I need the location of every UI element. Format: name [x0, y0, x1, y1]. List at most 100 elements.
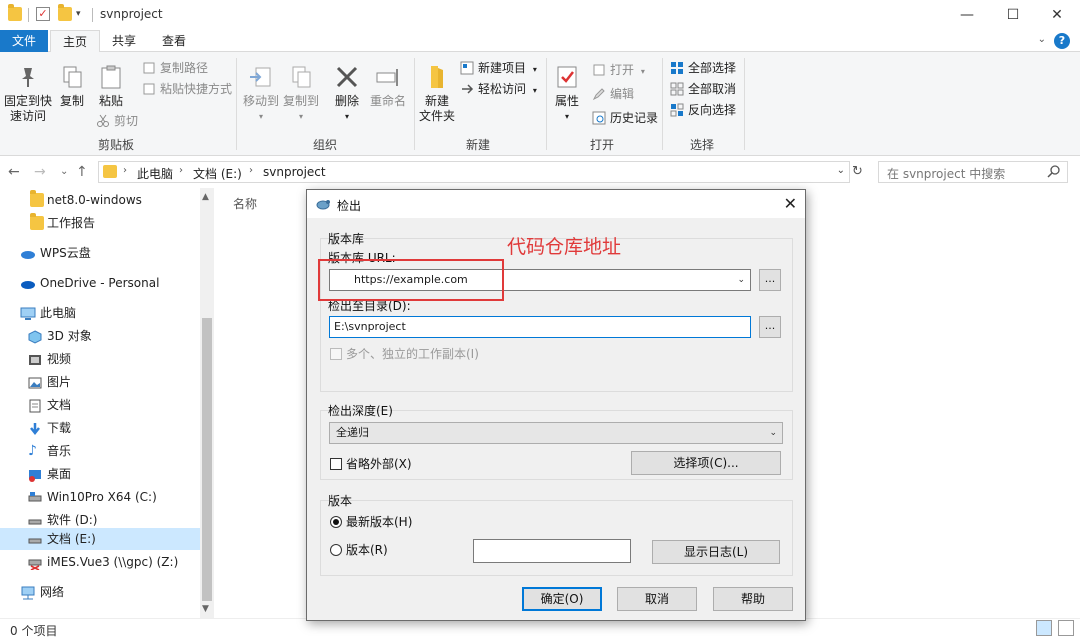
ok-button[interactable]: 确定(O)	[522, 587, 602, 611]
breadcrumb-svnproject[interactable]: svnproject	[263, 165, 326, 179]
select-none-button[interactable]: 全部取消	[670, 80, 736, 98]
desktop-icon	[28, 467, 42, 482]
rename-button[interactable]: 重命名	[368, 64, 408, 109]
details-view-icon[interactable]	[1036, 620, 1052, 636]
breadcrumb-drive-e[interactable]: 文档 (E:)	[193, 165, 242, 182]
edit-button[interactable]: 编辑	[592, 85, 634, 103]
chevron-down-icon: ▾	[640, 67, 645, 76]
nav-item-3d-objects[interactable]: 3D 对象	[0, 325, 200, 347]
maximize-button[interactable]: ☐	[990, 0, 1036, 30]
nav-item-music[interactable]: ♪ 音乐	[0, 440, 200, 462]
edit-icon	[592, 87, 606, 101]
chevron-down-icon[interactable]: ⌄	[769, 423, 777, 443]
specific-revision-radio[interactable]: 版本(R)	[330, 543, 388, 557]
copy-button[interactable]: 复制	[56, 64, 88, 109]
address-bar[interactable]: › 此电脑 › 文档 (E:) › svnproject ⌄	[98, 161, 850, 183]
tab-home[interactable]: 主页	[50, 30, 101, 53]
help-icon[interactable]: ?	[1054, 33, 1070, 49]
nav-item-desktop[interactable]: 桌面	[0, 463, 200, 485]
new-folder-button[interactable]: 新建 文件夹	[418, 64, 456, 124]
open-button[interactable]: 打开 ▾	[592, 61, 645, 79]
chevron-down-icon: ▾	[532, 65, 537, 74]
scroll-down-icon[interactable]: ▼	[202, 604, 209, 614]
nav-item-network-drive-z[interactable]: iMES.Vue3 (\\gpc) (Z:)	[0, 551, 200, 573]
options-button[interactable]: 选择项(C)...	[631, 451, 781, 475]
recent-locations-icon[interactable]: ⌄	[60, 166, 68, 177]
breadcrumb-this-pc[interactable]: 此电脑	[137, 165, 173, 182]
chevron-right-icon[interactable]: ›	[123, 165, 127, 176]
paste-shortcut-button[interactable]: 粘贴快捷方式	[142, 80, 232, 98]
properties-check-icon[interactable]: ✓	[36, 7, 50, 21]
scroll-up-icon[interactable]: ▲	[202, 192, 209, 202]
chevron-down-icon[interactable]: ⌄	[737, 270, 745, 290]
revision-number-input[interactable]	[473, 539, 631, 563]
scrollbar-thumb[interactable]	[202, 318, 212, 601]
pin-quick-access-button[interactable]: 固定到快 速访问	[2, 64, 54, 124]
ribbon-tabs: 文件 主页 共享 查看 ⌄ ?	[0, 30, 1080, 53]
checkout-dir-input[interactable]: E:\svnproject	[329, 316, 751, 338]
nav-item-documents[interactable]: 文档	[0, 394, 200, 416]
checkout-depth-select[interactable]: 全递归 ⌄	[329, 422, 783, 444]
chevron-right-icon[interactable]: ›	[249, 165, 253, 176]
move-to-button[interactable]: 移动到 ▾	[242, 64, 280, 124]
delete-button[interactable]: 删除 ▾	[330, 64, 364, 124]
checkout-dir-browse-button[interactable]: ...	[759, 316, 781, 338]
show-log-button[interactable]: 显示日志(L)	[652, 540, 780, 564]
omit-externals-checkbox[interactable]: 省略外部(X)	[330, 457, 412, 471]
tab-file[interactable]: 文件	[0, 30, 48, 52]
nav-item-drive-c[interactable]: Win10Pro X64 (C:)	[0, 486, 200, 508]
forward-arrow-icon[interactable]: →	[34, 164, 46, 180]
up-arrow-icon[interactable]: ↑	[76, 164, 88, 180]
address-dropdown-icon[interactable]: ⌄	[837, 165, 845, 176]
nav-item-work-report[interactable]: 工作报告	[0, 212, 200, 234]
minimize-button[interactable]: —	[944, 0, 990, 30]
select-all-button[interactable]: 全部选择	[670, 59, 736, 77]
nav-item-this-pc[interactable]: 此电脑	[0, 302, 200, 324]
annotation-highlight-box	[318, 259, 504, 301]
search-icon[interactable]	[1047, 164, 1061, 181]
chevron-right-icon[interactable]: ›	[179, 165, 183, 176]
column-header-name[interactable]: 名称	[233, 195, 257, 212]
nav-item-net8[interactable]: net8.0-windows	[0, 189, 200, 211]
invert-selection-label: 反向选择	[688, 103, 737, 117]
help-button[interactable]: 帮助	[713, 587, 793, 611]
history-button[interactable]: 历史记录	[592, 109, 658, 127]
paste-button[interactable]: 粘贴	[94, 64, 128, 109]
head-revision-radio[interactable]: 最新版本(H)	[330, 515, 412, 529]
nav-item-label: OneDrive - Personal	[40, 276, 160, 290]
copy-to-button[interactable]: 复制到 ▾	[282, 64, 320, 124]
large-icons-view-icon[interactable]	[1058, 620, 1074, 636]
nav-item-videos[interactable]: 视频	[0, 348, 200, 370]
copy-path-button[interactable]: 复制路径	[142, 59, 208, 77]
select-none-icon	[670, 82, 684, 96]
nav-item-pictures[interactable]: 图片	[0, 371, 200, 393]
search-input[interactable]: 在 svnproject 中搜索	[878, 161, 1068, 183]
tab-share[interactable]: 共享	[100, 30, 148, 52]
new-item-button[interactable]: 新建项目 ▾	[460, 59, 537, 77]
back-arrow-icon[interactable]: ←	[8, 164, 20, 180]
nav-item-drive-e[interactable]: 文档 (E:)	[0, 528, 200, 550]
new-folder-label-2: 文件夹	[418, 109, 455, 123]
dialog-close-button[interactable]: ✕	[784, 194, 797, 213]
quick-access-dropdown-icon[interactable]: ▾	[76, 9, 81, 19]
invert-selection-button[interactable]: 反向选择	[670, 101, 736, 119]
cut-button[interactable]: 剪切	[96, 112, 138, 130]
properties-icon	[554, 64, 580, 90]
nav-item-network[interactable]: 网络	[0, 581, 200, 603]
close-button[interactable]: ✕	[1034, 0, 1080, 30]
nav-item-onedrive[interactable]: OneDrive - Personal	[0, 272, 200, 294]
refresh-icon[interactable]: ↻	[852, 164, 863, 179]
cancel-button[interactable]: 取消	[617, 587, 697, 611]
repo-browse-button[interactable]: ...	[759, 269, 781, 291]
properties-button[interactable]: 属性 ▾	[550, 64, 584, 124]
new-folder-quick-icon[interactable]	[58, 4, 72, 21]
divider	[28, 8, 29, 22]
nav-item-downloads[interactable]: 下载	[0, 417, 200, 439]
chevron-down-icon[interactable]: ⌄	[1038, 34, 1046, 45]
open-icon	[592, 63, 606, 77]
easy-access-button[interactable]: 轻松访问 ▾	[460, 80, 537, 98]
tab-view[interactable]: 查看	[150, 30, 198, 52]
nav-item-wps-cloud[interactable]: WPS云盘	[0, 242, 200, 264]
multiple-working-copies-checkbox[interactable]: 多个、独立的工作副本(I)	[330, 347, 479, 361]
delete-label: 删除	[334, 94, 359, 108]
